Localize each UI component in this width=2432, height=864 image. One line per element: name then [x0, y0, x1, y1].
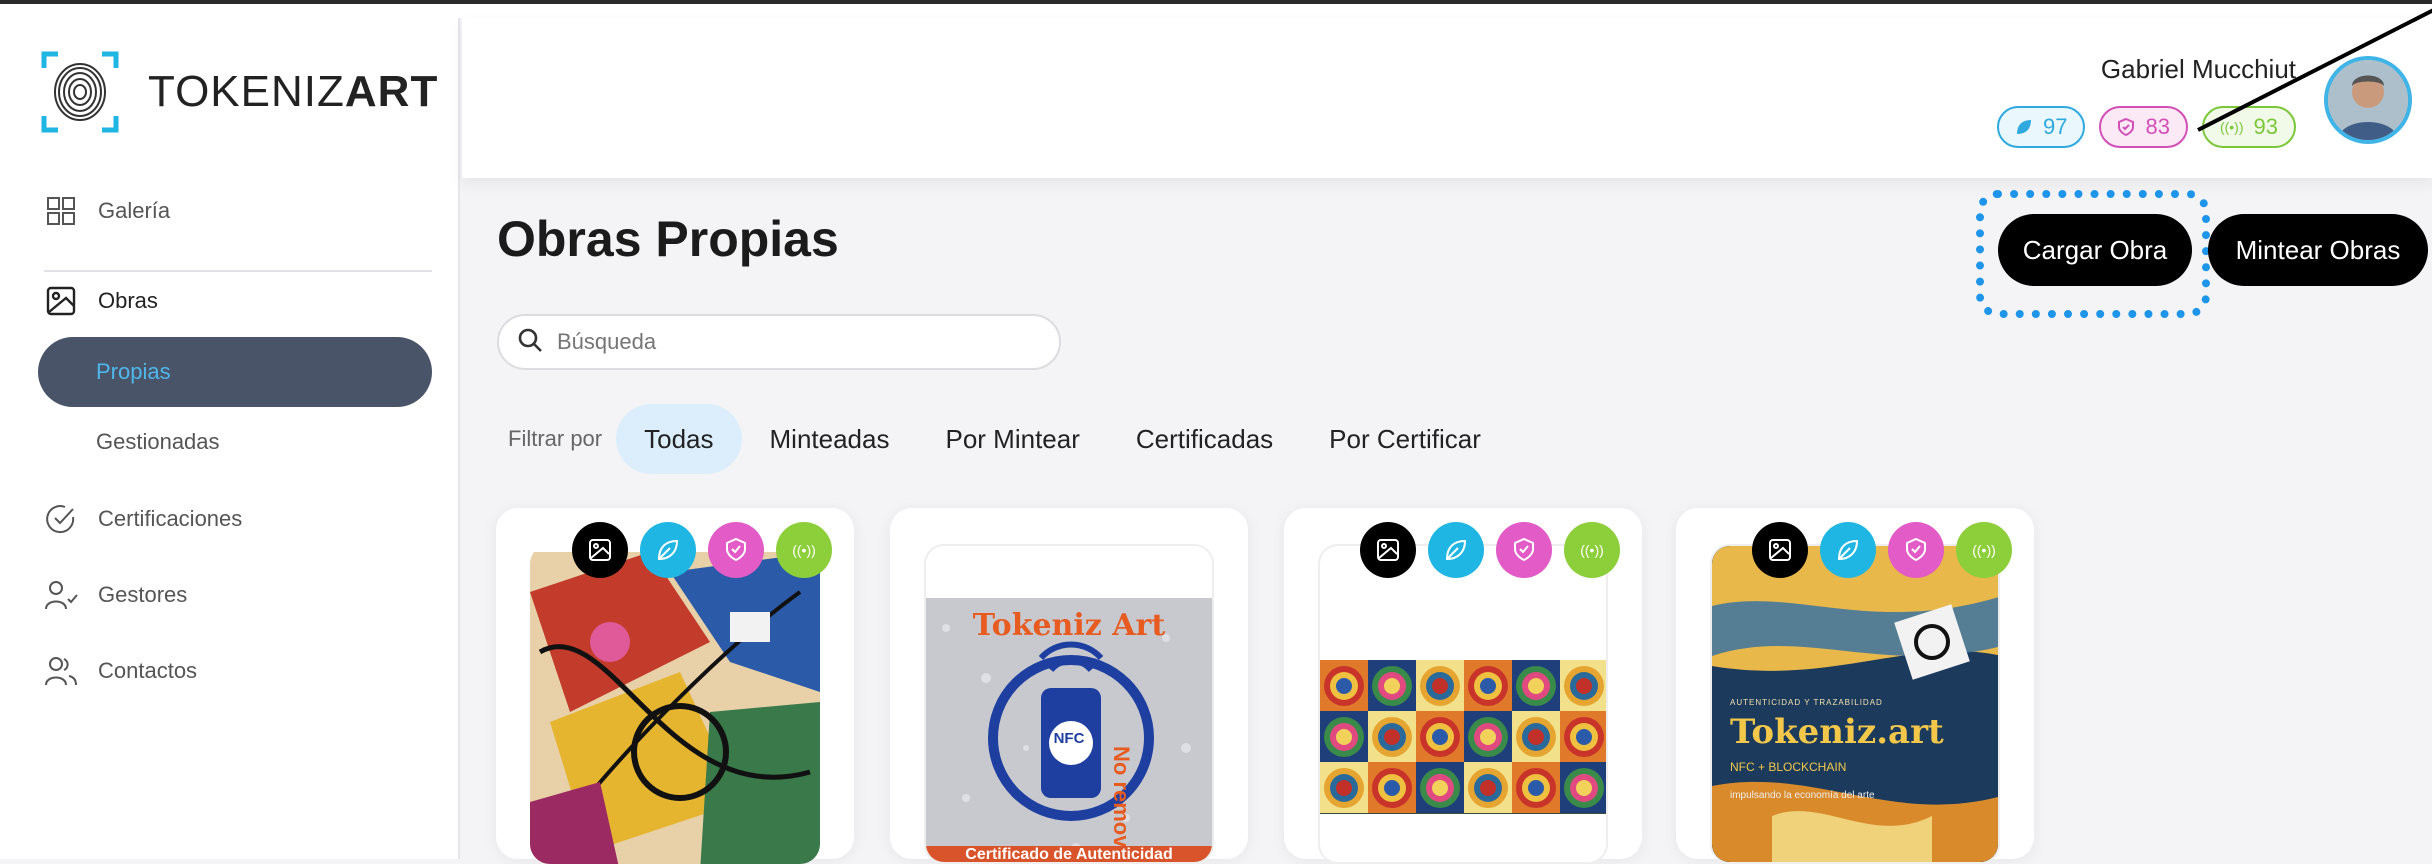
- sidebar-item-label: Obras: [98, 288, 158, 313]
- leaf-status-icon: [1820, 522, 1876, 578]
- user-name[interactable]: Gabriel Mucchiut: [2101, 54, 2296, 85]
- filter-certificadas[interactable]: Certificadas: [1108, 404, 1301, 474]
- artwork-thumbnail: Tokeniz Art NFC No remover Certificado d…: [924, 544, 1214, 864]
- filter-por-mintear[interactable]: Por Mintear: [917, 404, 1107, 474]
- sidebar-item-contactos[interactable]: Contactos: [44, 654, 197, 688]
- poster-tagline: impulsando la economía del arte: [1730, 790, 1875, 801]
- abstract-painting-image: [530, 552, 820, 864]
- artwork-thumbnail: [1318, 544, 1608, 864]
- check-circle-icon: [44, 502, 78, 536]
- fingerprint-logo-icon: [40, 50, 120, 134]
- certificate-title: Tokeniz Art: [972, 608, 1166, 643]
- filter-minteadas[interactable]: Minteadas: [742, 404, 918, 474]
- sidebar-item-gestores[interactable]: Gestores: [44, 578, 187, 612]
- search-icon: [517, 327, 543, 358]
- nfc-status-icon: ((•)): [1956, 522, 2012, 578]
- image-status-icon: [1752, 522, 1808, 578]
- sidebar-subitem-label: Propias: [96, 359, 171, 384]
- status-icons: ((•)): [572, 522, 832, 578]
- user-badges: 97 83 ((•)) 93: [1996, 106, 2296, 148]
- grid-icon: [44, 194, 78, 228]
- artwork-thumbnail: [530, 544, 820, 864]
- window-top-bar: [0, 0, 2432, 18]
- artwork-card[interactable]: Tokeniz Art NFC No remover Certificado d…: [890, 508, 1248, 864]
- sidebar-divider: [44, 270, 432, 272]
- sidebar-item-label: Gestores: [98, 582, 188, 607]
- filter-bar: Filtrar por Todas Minteadas Por Mintear …: [508, 404, 1509, 474]
- sidebar-item-certificaciones[interactable]: Certificaciones: [44, 502, 242, 536]
- shield-status-icon: [708, 522, 764, 578]
- status-icons: ((•)): [1752, 522, 2012, 578]
- nfc-icon: ((•)): [2219, 119, 2244, 135]
- sidebar-subitem-gestionadas[interactable]: Gestionadas: [38, 407, 432, 477]
- leaf-status-icon: [640, 522, 696, 578]
- leaf-icon: [2015, 118, 2033, 136]
- sidebar-item-obras[interactable]: Obras: [44, 284, 158, 318]
- badge-shield: 83: [2099, 106, 2188, 148]
- badge-leaf: 97: [1996, 106, 2086, 148]
- brand-logo[interactable]: TOKENIZART: [40, 50, 438, 134]
- certificate-bottom-label: Certificado de Autenticidad: [926, 846, 1212, 862]
- artwork-thumbnail: AUTENTICIDAD Y TRAZABILIDAD Tokeniz.art …: [1710, 544, 2000, 864]
- artwork-card[interactable]: ((•)): [496, 508, 854, 864]
- sidebar-item-galeria[interactable]: Galería: [44, 194, 170, 228]
- page-title: Obras Propias: [497, 211, 839, 267]
- sidebar-item-label: Contactos: [98, 658, 198, 683]
- poster-small-caption: AUTENTICIDAD Y TRAZABILIDAD: [1730, 698, 1883, 707]
- artwork-card[interactable]: ((•)): [1284, 508, 1642, 864]
- shield-status-icon: [1888, 522, 1944, 578]
- poster-brand: Tokeniz.art: [1730, 712, 1944, 752]
- user-avatar[interactable]: [2324, 56, 2412, 144]
- upload-artwork-button[interactable]: Cargar Obra: [1998, 214, 2192, 286]
- sidebar-subitem-label: Gestionadas: [96, 429, 220, 454]
- status-icons: ((•)): [1360, 522, 1620, 578]
- sidebar-subitem-propias[interactable]: Propias: [38, 337, 432, 407]
- image-status-icon: [572, 522, 628, 578]
- filter-label: Filtrar por: [508, 426, 603, 451]
- badge-value: 83: [2145, 114, 2170, 139]
- poster-subtitle: NFC + BLOCKCHAIN: [1730, 760, 1847, 774]
- shield-icon: [2117, 117, 2135, 137]
- sidebar-item-label: Certificaciones: [98, 506, 243, 531]
- user-check-icon: [44, 578, 78, 612]
- certificate-nfc-label: NFC: [1053, 730, 1085, 747]
- filter-por-certificar[interactable]: Por Certificar: [1301, 404, 1509, 474]
- nfc-status-icon: ((•)): [1564, 522, 1620, 578]
- image-icon: [44, 284, 78, 318]
- mint-artworks-button[interactable]: Mintear Obras: [2208, 214, 2428, 286]
- sidebar-item-label: Galería: [98, 198, 171, 223]
- badge-value: 93: [2253, 114, 2278, 139]
- concentric-circles-painting-image: [1320, 660, 1606, 814]
- filter-todas[interactable]: Todas: [616, 404, 742, 474]
- image-status-icon: [1360, 522, 1416, 578]
- badge-value: 97: [2042, 114, 2068, 139]
- shield-status-icon: [1496, 522, 1552, 578]
- sidebar: TOKENIZART Galería Obras Propias Gestion…: [0, 18, 460, 859]
- top-header: Gabriel Mucchiut 97 83 ((•)) 93: [462, 18, 2432, 178]
- search-input[interactable]: [557, 329, 1037, 355]
- leaf-status-icon: [1428, 522, 1484, 578]
- brand-name: TOKENIZART: [148, 67, 439, 116]
- search-box[interactable]: [497, 314, 1061, 370]
- nfc-status-icon: ((•)): [776, 522, 832, 578]
- users-icon: [44, 654, 78, 688]
- artwork-card[interactable]: AUTENTICIDAD Y TRAZABILIDAD Tokeniz.art …: [1676, 508, 2034, 864]
- badge-nfc: ((•)) 93: [2201, 106, 2296, 148]
